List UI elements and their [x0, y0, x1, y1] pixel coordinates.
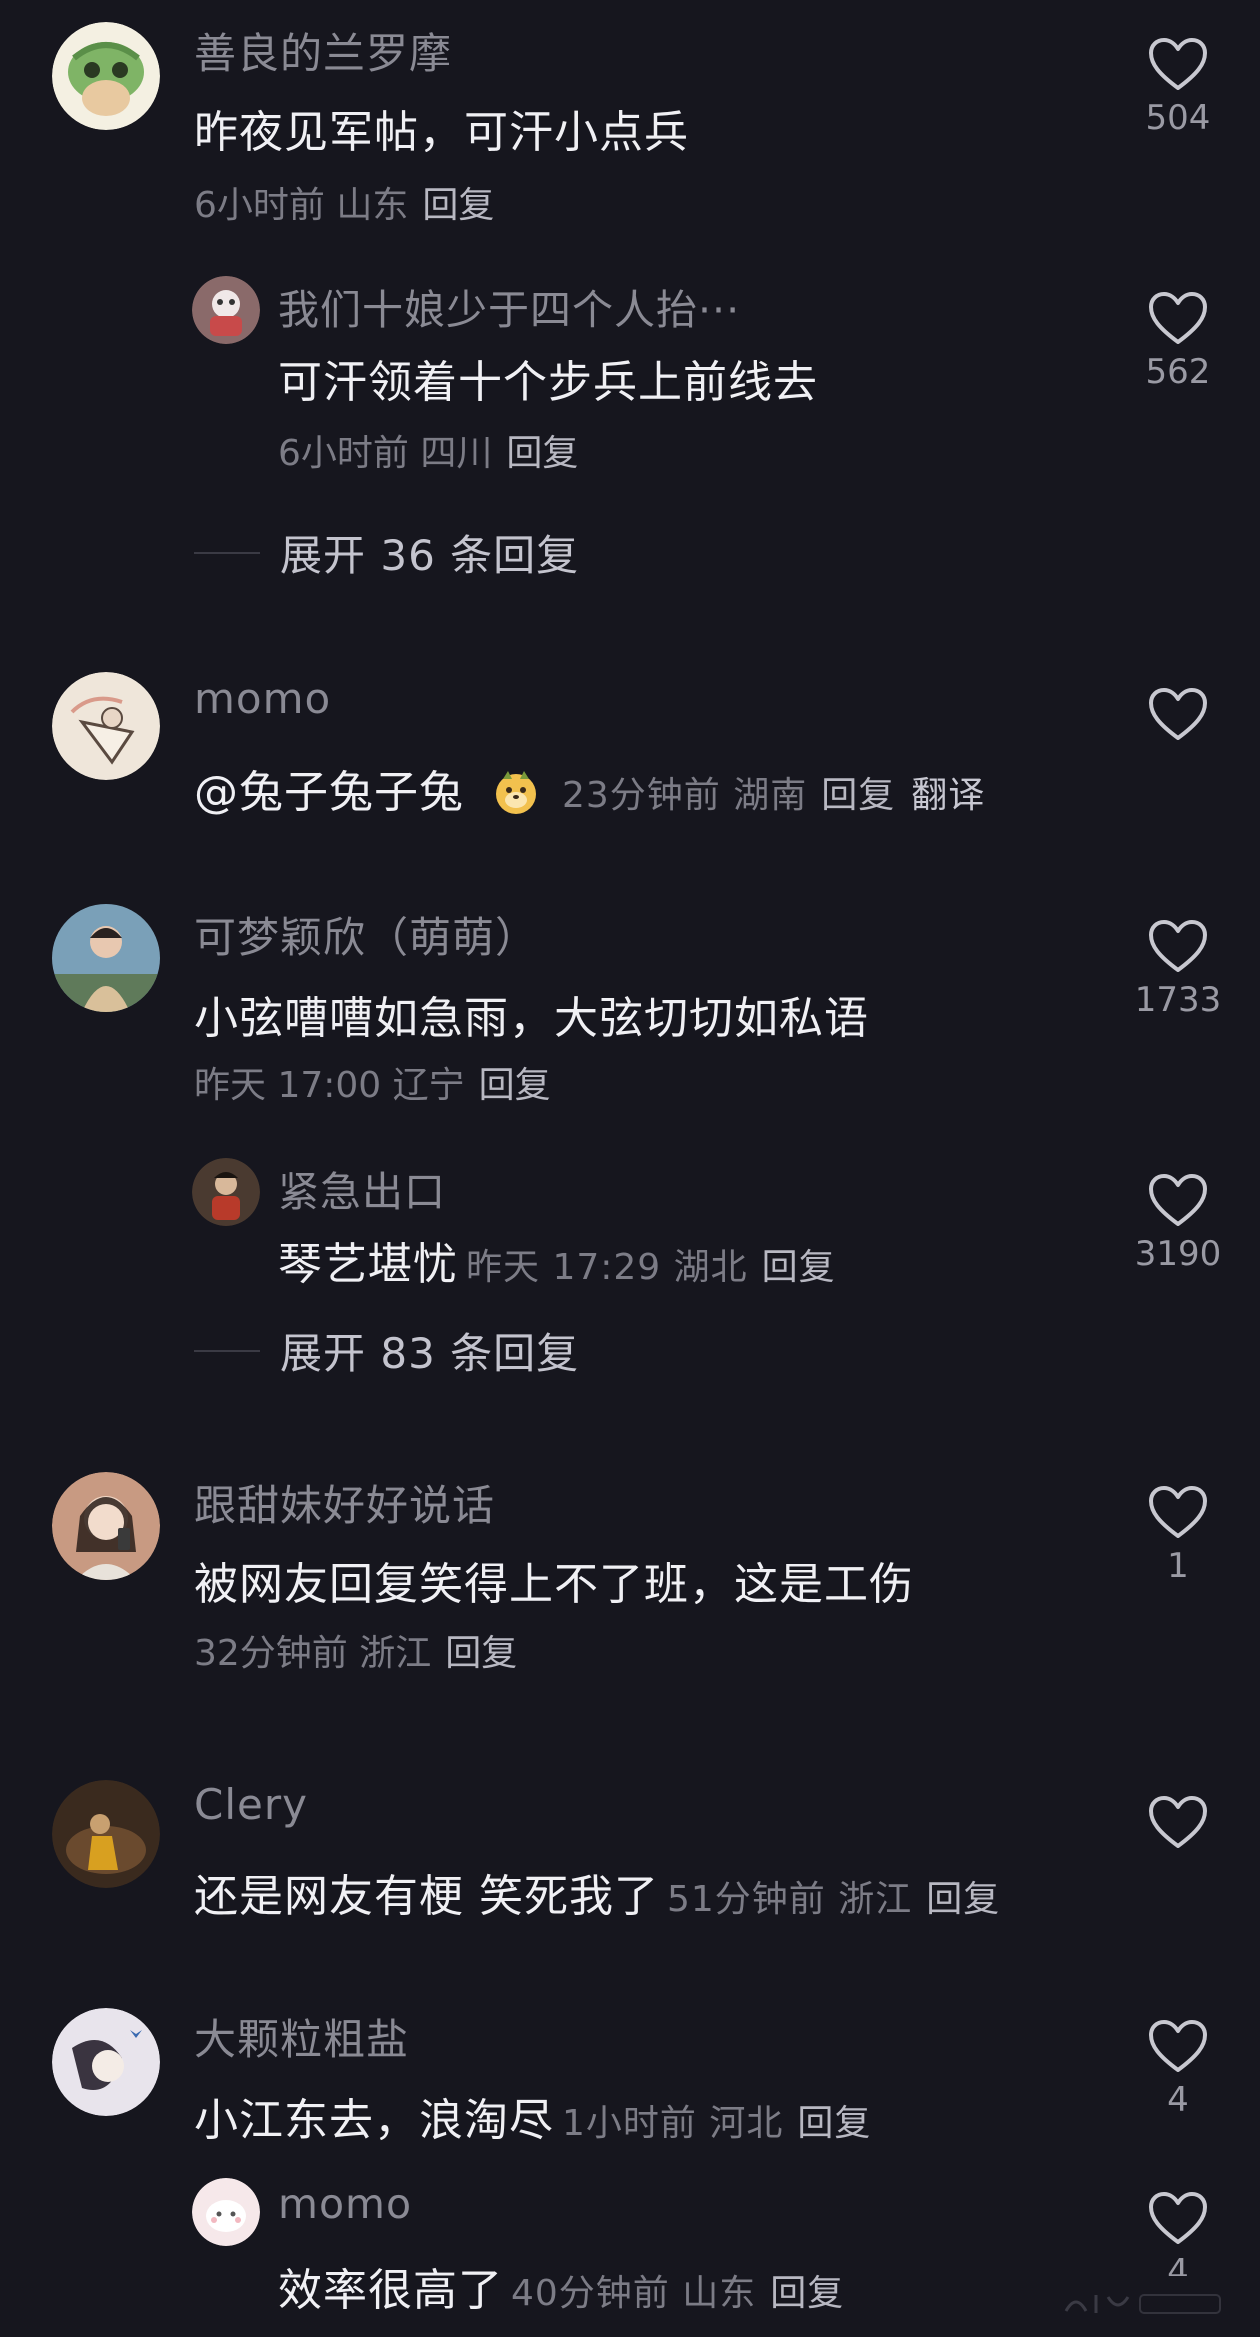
reply-time-location: 40分钟前 山东 [511, 2273, 757, 2314]
like-button[interactable]: 1733 [1108, 918, 1248, 1020]
like-button[interactable]: 562 [1108, 290, 1248, 392]
comment-text: 小江东去，浪淘尽 1小时前 河北 回复 [194, 2084, 871, 2148]
heart-outline-icon [1149, 688, 1207, 740]
reply-time-location: 昨天 17:29 湖北 [466, 1247, 748, 1288]
comment-time-location: 32分钟前 浙江 [194, 1633, 432, 1674]
comment-meta: 23分钟前 湖南 回复 翻译 [562, 775, 985, 816]
comment-text: 小弦嘈嘈如急雨，大弦切切如私语 [194, 993, 869, 1044]
avatar[interactable] [192, 2178, 260, 2246]
like-button[interactable]: 4 [1108, 2190, 1248, 2276]
avatar[interactable] [52, 1472, 160, 1580]
reply-button[interactable]: 回复 [926, 1879, 1000, 1920]
avatar[interactable] [52, 904, 160, 1012]
avatar[interactable] [52, 672, 160, 780]
expand-replies-button[interactable]: 展开 36 条回复 [194, 522, 579, 583]
like-count: 504 [1145, 98, 1211, 138]
reply-button[interactable]: 回复 [479, 1065, 551, 1106]
like-count: 1 [1167, 1546, 1189, 1586]
reply-meta: 昨天 17:29 湖北 回复 [466, 1247, 836, 1288]
like-button[interactable]: 4 [1108, 2018, 1248, 2120]
expand-replies-label: 展开 36 条回复 [280, 531, 580, 580]
reply-time-location: 6小时前 四川 [278, 433, 493, 474]
comment-username[interactable]: 跟甜妹好好说话 [194, 1472, 495, 1533]
like-button[interactable]: 1 [1108, 1484, 1248, 1586]
avatar[interactable] [52, 2008, 160, 2116]
reply-meta: 40分钟前 山东 回复 [511, 2273, 844, 2314]
reply-text: 可汗领着十个步兵上前线去 [278, 357, 818, 408]
avatar[interactable] [52, 1780, 160, 1888]
reply-text-body: 琴艺堪忧 [278, 1239, 458, 1290]
comment-meta: 51分钟前 浙江 回复 [667, 1879, 1000, 1920]
comment-text-body: 还是网友有梗 笑死我了 [194, 1871, 659, 1922]
heart-outline-icon [1149, 2020, 1207, 2072]
divider [194, 551, 260, 554]
reply-button[interactable]: 回复 [770, 2273, 844, 2314]
like-button[interactable]: 3190 [1108, 1172, 1248, 1274]
like-count: 562 [1145, 352, 1211, 392]
like-count: 4 [1167, 2080, 1189, 2120]
heart-outline-icon [1149, 38, 1207, 90]
reply-username[interactable]: 紧急出口 [278, 1158, 446, 1218]
reply-meta: 6小时前 四川 回复 [278, 424, 578, 476]
comment-username[interactable]: Clery [194, 1780, 308, 1829]
like-count: 4 [1167, 2252, 1189, 2276]
reply-text: 效率很高了 40分钟前 山东 回复 [278, 2254, 844, 2318]
avatar[interactable] [192, 276, 260, 344]
reply-text: 琴艺堪忧 昨天 17:29 湖北 回复 [278, 1228, 836, 1292]
reply-username[interactable]: 我们十娘少于四个人抬··· [278, 276, 740, 336]
translate-button[interactable]: 翻译 [911, 775, 985, 816]
comment-username[interactable]: momo [194, 674, 331, 723]
divider [194, 1349, 260, 1352]
comment-meta: 1小时前 河北 回复 [562, 2103, 871, 2144]
reply-button[interactable]: 回复 [762, 1247, 836, 1288]
reply-button[interactable]: 回复 [422, 185, 494, 226]
comment-text: 被网友回复笑得上不了班，这是工伤 [194, 1559, 914, 1610]
comment-username[interactable]: 可梦颖欣（萌萌） [194, 904, 538, 965]
comment-text: 还是网友有梗 笑死我了 51分钟前 浙江 回复 [194, 1860, 1000, 1924]
comment-text-body: 小江东去，浪淘尽 [194, 2095, 554, 2146]
heart-outline-icon [1149, 920, 1207, 972]
like-button[interactable] [1108, 1794, 1248, 1856]
watermark-logo [1064, 2294, 1221, 2314]
comment-time-location: 1小时前 河北 [562, 2103, 784, 2144]
comment-text: @兔子兔子兔 23分钟前 湖南 回复 翻译 [194, 756, 985, 820]
reply-button[interactable]: 回复 [506, 433, 578, 474]
comment-meta: 6小时前 山东 回复 [194, 176, 494, 228]
reply-button[interactable]: 回复 [821, 775, 895, 816]
comment-time-location: 23分钟前 湖南 [562, 775, 808, 816]
like-button[interactable] [1108, 686, 1248, 748]
expand-replies-button[interactable]: 展开 83 条回复 [194, 1320, 579, 1381]
comment-meta: 32分钟前 浙江 回复 [194, 1624, 517, 1676]
mention-link[interactable]: @兔子兔子兔 [194, 767, 464, 818]
comment-meta: 昨天 17:00 辽宁 回复 [194, 1056, 551, 1108]
comment-text: 昨夜见军帖，可汗小点兵 [194, 107, 689, 158]
avatar[interactable] [192, 1158, 260, 1226]
comment-time-location: 6小时前 山东 [194, 185, 409, 226]
dog-face-emoji-icon [496, 771, 536, 814]
comment-username[interactable]: 大颗粒粗盐 [194, 2006, 409, 2067]
like-button[interactable]: 504 [1108, 36, 1248, 138]
comment-feed: 善良的兰罗摩 昨夜见军帖，可汗小点兵 6小时前 山东 回复 504 我们十娘少于四… [0, 0, 1260, 2337]
heart-outline-icon [1149, 1796, 1207, 1848]
heart-outline-icon [1149, 1174, 1207, 1226]
reply-button[interactable]: 回复 [797, 2103, 871, 2144]
heart-outline-icon [1149, 292, 1207, 344]
avatar[interactable] [52, 22, 160, 130]
heart-outline-icon [1149, 1486, 1207, 1538]
reply-text-body: 效率很高了 [278, 2265, 503, 2316]
comment-time-location: 51分钟前 浙江 [667, 1879, 913, 1920]
heart-outline-icon [1149, 2192, 1207, 2244]
reply-username[interactable]: momo [278, 2180, 412, 2228]
comment-time-location: 昨天 17:00 辽宁 [194, 1065, 465, 1106]
like-count: 3190 [1134, 1234, 1222, 1274]
comment-username[interactable]: 善良的兰罗摩 [194, 20, 452, 81]
reply-button[interactable]: 回复 [445, 1633, 517, 1674]
expand-replies-label: 展开 83 条回复 [280, 1329, 580, 1378]
like-count: 1733 [1134, 980, 1222, 1020]
